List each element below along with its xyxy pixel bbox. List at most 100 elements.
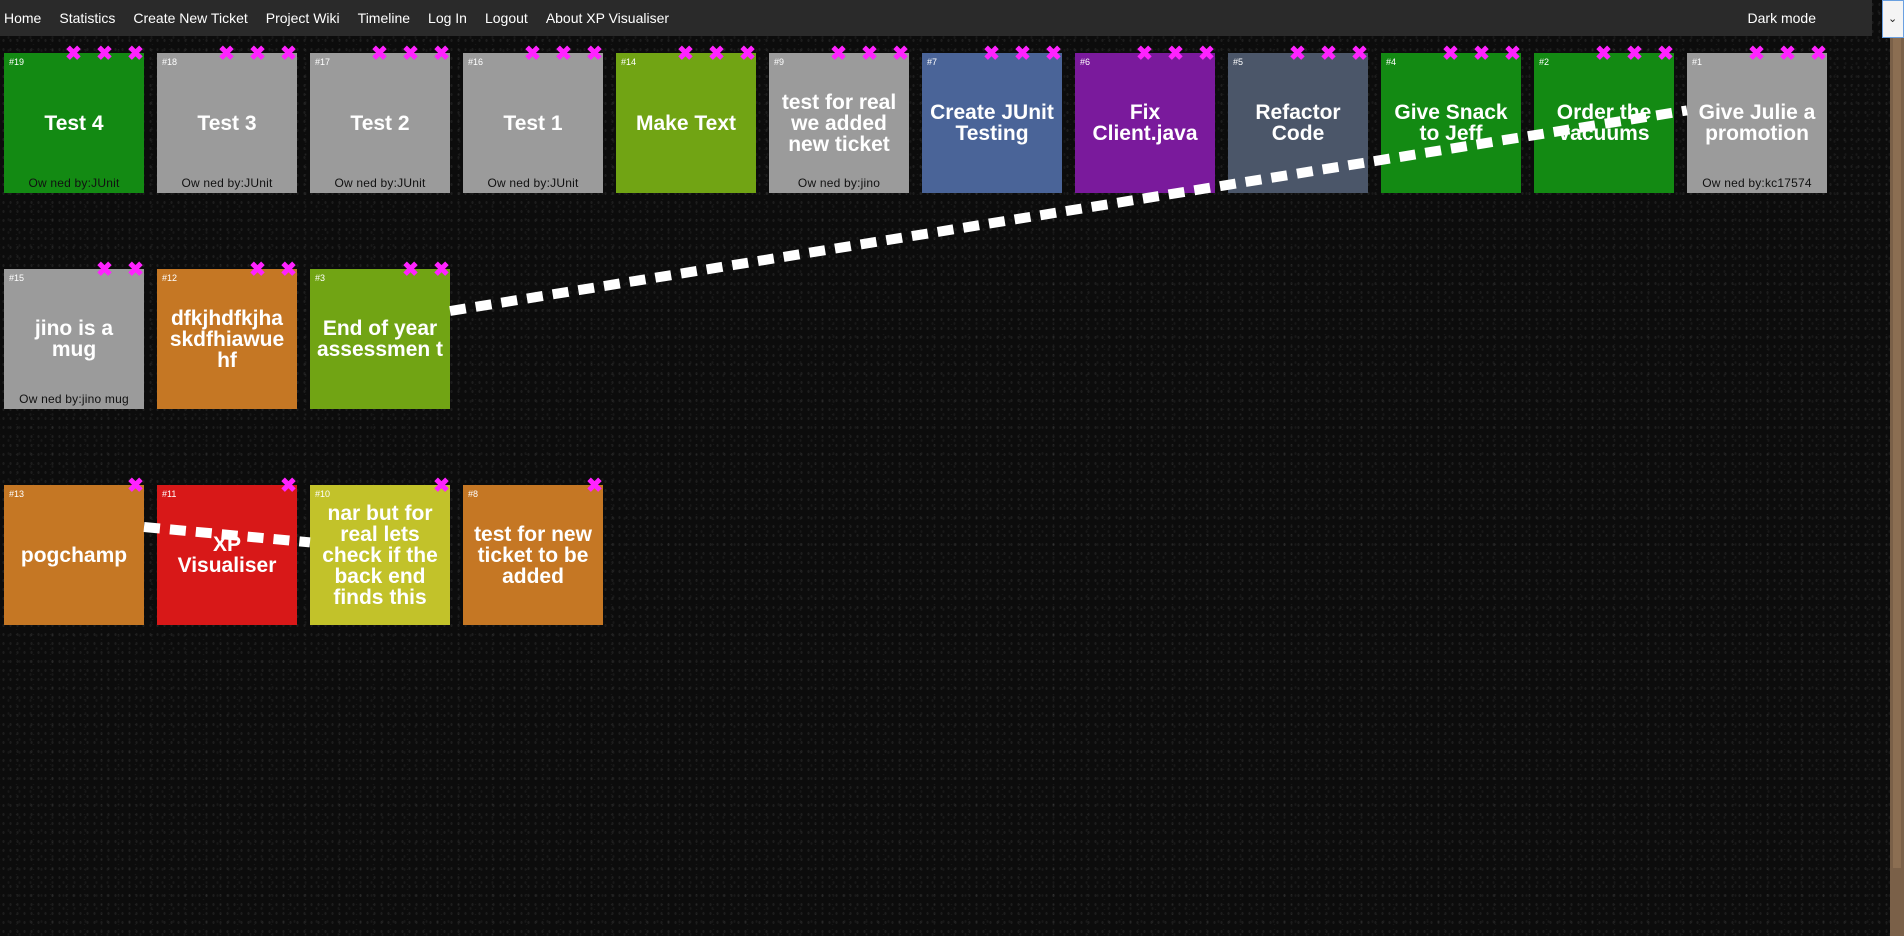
ticket-delete-controls: ✖ ✖ ✖ [1129,44,1222,64]
ticket-card[interactable]: #16 Test 1 Ow ned by:JUnit ✖ ✖ ✖ [463,44,603,193]
nav-timeline-link[interactable]: Timeline [354,10,424,26]
ticket-title: Test 1 [503,111,563,135]
ticket-card[interactable]: #7 Create JUnit Testing ✖ ✖ ✖ [922,44,1062,193]
delete-x-icon[interactable]: ✖ [1344,44,1375,64]
nav-home-link[interactable]: Home [0,10,55,26]
nav-project-wiki-link[interactable]: Project Wiki [262,10,354,26]
delete-x-icon[interactable]: ✖ [976,44,1007,64]
ticket-card[interactable]: #18 Test 3 Ow ned by:JUnit ✖ ✖ ✖ [157,44,297,193]
delete-x-icon[interactable]: ✖ [1282,44,1313,64]
delete-x-icon[interactable]: ✖ [426,476,457,496]
delete-x-icon[interactable]: ✖ [1741,44,1772,64]
delete-x-icon[interactable]: ✖ [120,476,151,496]
ticket-card[interactable]: #15 jino is a mug Ow ned by:jino mug ✖ ✖ [4,260,144,409]
ticket-delete-controls: ✖ ✖ [89,260,151,280]
delete-x-icon[interactable]: ✖ [120,260,151,280]
chevron-down-icon: ⌄ [1888,13,1898,25]
delete-x-icon[interactable]: ✖ [579,44,610,64]
delete-x-icon[interactable]: ✖ [548,44,579,64]
delete-x-icon[interactable]: ✖ [579,476,610,496]
ticket-title: Test 2 [350,111,410,135]
ticket-title: End of year assessmen t [316,317,444,361]
ticket-title: test for new ticket to be added [474,522,592,588]
ticket-title: XP Visualiser [177,533,277,577]
ticket-card[interactable]: #11 XP Visualiser ✖ [157,476,297,625]
ticket-delete-controls: ✖ [273,476,304,496]
delete-x-icon[interactable]: ✖ [89,44,120,64]
ticket-title: Give Snack to Jeff [1394,101,1508,145]
delete-x-icon[interactable]: ✖ [823,44,854,64]
delete-x-icon[interactable]: ✖ [1160,44,1191,64]
delete-x-icon[interactable]: ✖ [1435,44,1466,64]
ticket-title: Give Julie a promotion [1698,101,1816,145]
ticket-card[interactable]: #13 pogchamp ✖ [4,476,144,625]
ticket-card[interactable]: #4 Give Snack to Jeff ✖ ✖ ✖ [1381,44,1521,193]
ticket-card[interactable]: #14 Make Text ✖ ✖ ✖ [616,44,756,193]
ticket-card[interactable]: #9 test for real we added new ticket Ow ne… [769,44,909,193]
delete-x-icon[interactable]: ✖ [395,44,426,64]
scrollbar-thumb[interactable] [1893,38,1901,868]
ticket-card[interactable]: #3 End of year assessmen t ✖ ✖ [310,260,450,409]
delete-x-icon[interactable]: ✖ [1772,44,1803,64]
ticket-title: Refactor Code [1255,101,1341,145]
delete-x-icon[interactable]: ✖ [426,44,457,64]
ticket-owner: Ow ned by:jino [797,176,881,190]
delete-x-icon[interactable]: ✖ [1191,44,1222,64]
delete-x-icon[interactable]: ✖ [58,44,89,64]
delete-x-icon[interactable]: ✖ [670,44,701,64]
delete-x-icon[interactable]: ✖ [1313,44,1344,64]
delete-x-icon[interactable]: ✖ [854,44,885,64]
delete-x-icon[interactable]: ✖ [1497,44,1528,64]
ticket-title: Order the vacuums [1556,101,1652,145]
ticket-card[interactable]: #5 Refactor Code ✖ ✖ ✖ [1228,44,1368,193]
delete-x-icon[interactable]: ✖ [1007,44,1038,64]
ticket-card[interactable]: #1 Give Julie a promotion Ow ned by:kc1757… [1687,44,1827,193]
delete-x-icon[interactable]: ✖ [242,44,273,64]
delete-x-icon[interactable]: ✖ [517,44,548,64]
ticket-delete-controls: ✖ ✖ ✖ [1588,44,1681,64]
ticket-owner: Ow ned by:JUnit [28,176,120,190]
ticket-card[interactable]: #2 Order the vacuums ✖ ✖ ✖ [1534,44,1674,193]
delete-x-icon[interactable]: ✖ [885,44,916,64]
nav-logout-link[interactable]: Logout [481,10,542,26]
delete-x-icon[interactable]: ✖ [273,260,304,280]
delete-x-icon[interactable]: ✖ [395,260,426,280]
delete-x-icon[interactable]: ✖ [732,44,763,64]
nav-create-ticket-link[interactable]: Create New Ticket [129,10,261,26]
delete-x-icon[interactable]: ✖ [242,260,273,280]
ticket-title: Test 3 [197,111,257,135]
delete-x-icon[interactable]: ✖ [1650,44,1681,64]
delete-x-icon[interactable]: ✖ [1038,44,1069,64]
delete-x-icon[interactable]: ✖ [1619,44,1650,64]
delete-x-icon[interactable]: ✖ [120,44,151,64]
ticket-delete-controls: ✖ ✖ ✖ [1435,44,1528,64]
ticket-title: pogchamp [20,543,128,567]
nav-login-link[interactable]: Log In [424,10,481,26]
ticket-delete-controls: ✖ ✖ ✖ [58,44,151,64]
delete-x-icon[interactable]: ✖ [364,44,395,64]
delete-x-icon[interactable]: ✖ [273,476,304,496]
delete-x-icon[interactable]: ✖ [273,44,304,64]
nav-about-link[interactable]: About XP Visualiser [542,10,683,26]
ticket-title: Test 4 [44,111,104,135]
scrollbar[interactable] [1890,38,1904,936]
delete-x-icon[interactable]: ✖ [1129,44,1160,64]
ticket-delete-controls: ✖ ✖ ✖ [670,44,763,64]
delete-x-icon[interactable]: ✖ [701,44,732,64]
ticket-card[interactable]: #8 test for new ticket to be added ✖ [463,476,603,625]
dark-mode-select[interactable]: ⌄ [1882,0,1904,38]
ticket-card[interactable]: #17 Test 2 Ow ned by:JUnit ✖ ✖ ✖ [310,44,450,193]
nav-statistics-link[interactable]: Statistics [55,10,129,26]
ticket-owner: Ow ned by:jino mug [19,392,129,406]
delete-x-icon[interactable]: ✖ [426,260,457,280]
delete-x-icon[interactable]: ✖ [1466,44,1497,64]
ticket-card[interactable]: #19 Test 4 Ow ned by:JUnit ✖ ✖ ✖ [4,44,144,193]
delete-x-icon[interactable]: ✖ [211,44,242,64]
ticket-card[interactable]: #10 nar but for real lets check if the ba… [310,476,450,625]
delete-x-icon[interactable]: ✖ [1588,44,1619,64]
ticket-card[interactable]: #6 Fix Client.java ✖ ✖ ✖ [1075,44,1215,193]
delete-x-icon[interactable]: ✖ [1803,44,1834,64]
ticket-card[interactable]: #12 dfkjhdfkjha skdfhiawue hf ✖ ✖ [157,260,297,409]
delete-x-icon[interactable]: ✖ [89,260,120,280]
ticket-board: #19 Test 4 Ow ned by:JUnit ✖ ✖ ✖ #18 Test 3 Ow n… [0,0,1872,936]
